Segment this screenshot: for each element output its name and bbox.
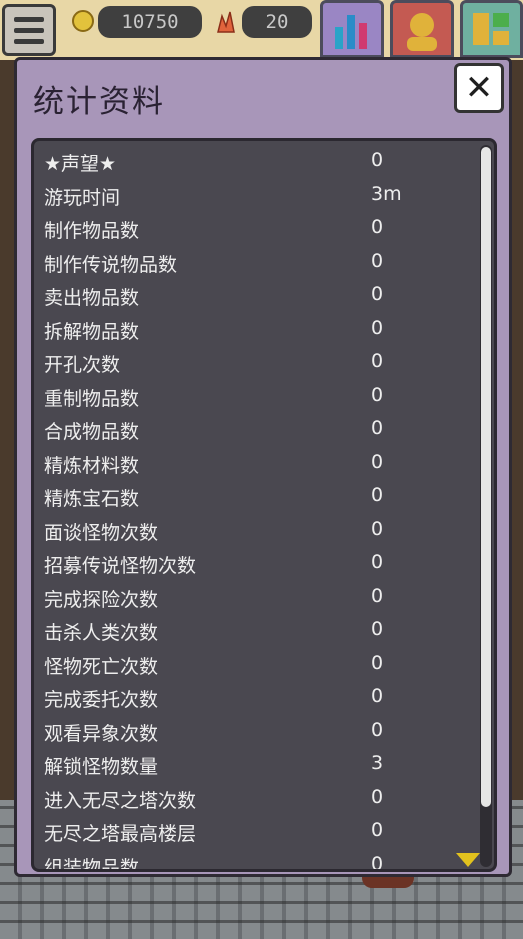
stat-value: 0 [371, 417, 384, 439]
stat-label: 开孔次数 [44, 354, 121, 376]
stat-label: 制作物品数 [44, 220, 140, 242]
coin-count: 10750 [121, 11, 179, 33]
coin-icon [72, 10, 94, 32]
stat-value: 0 [371, 316, 384, 339]
close-icon: ✕ [464, 68, 494, 108]
scrollbar-thumb[interactable] [481, 147, 491, 807]
tab-stats[interactable] [320, 0, 384, 58]
stat-value: 3 [371, 752, 384, 774]
stat-value: 0 [371, 216, 384, 238]
stat-label: 击杀人类次数 [44, 622, 159, 644]
grid-icon [473, 13, 509, 45]
close-button[interactable]: ✕ [454, 63, 504, 113]
stat-value: 0 [371, 350, 384, 372]
stat-label: 进入无尽之塔次数 [44, 789, 197, 812]
stat-value: 0 [371, 283, 384, 305]
tab-inventory[interactable] [460, 0, 523, 58]
stat-value: 0 [371, 685, 384, 707]
stat-label: 合成物品数 [44, 421, 140, 443]
stat-label: 重制物品数 [44, 387, 140, 410]
stat-row: 无尽之塔最高楼层 0 [34, 815, 474, 848]
stat-value: 0 [371, 551, 384, 573]
stat-row: 招募传说怪物次数 0 [34, 547, 474, 580]
stats-list[interactable]: ★声望★ 0 游玩时间 3m 制作物品数 0 制作传说物品数 0 卖出物品数 0 拆解物品数 0 开孔次… [31, 138, 497, 872]
stat-row: 面谈怪物次数 0 [34, 514, 474, 547]
stat-row: 怪物死亡次数 0 [34, 648, 474, 681]
stat-row: 解锁怪物数量 3 [34, 748, 474, 781]
panel-title: 统计资料 [33, 84, 165, 120]
stat-row: 制作物品数 0 [34, 212, 474, 245]
stat-value: 0 [371, 484, 384, 506]
stat-row: ★声望★ 0 [34, 145, 474, 178]
stat-label: 卖出物品数 [44, 287, 140, 309]
stat-value: 0 [371, 249, 384, 272]
crystal-icon [217, 11, 235, 33]
stat-row: 完成探险次数 0 [34, 581, 474, 614]
stat-label: 游玩时间 [44, 186, 121, 209]
stat-label: 面谈怪物次数 [44, 521, 159, 544]
stat-label: 怪物死亡次数 [44, 655, 159, 678]
stat-value: 0 [371, 149, 384, 171]
stat-label: 拆解物品数 [44, 320, 140, 343]
coin-counter: 10750 [98, 6, 202, 38]
bar-chart-icon [335, 15, 367, 49]
stat-row: 精炼材料数 0 [34, 447, 474, 480]
stat-label: ★声望★ [44, 153, 117, 175]
crystal-counter: 20 [242, 6, 312, 38]
stat-row: 拆解物品数 0 [34, 313, 474, 346]
stat-value: 0 [371, 852, 384, 872]
stat-value: 0 [371, 383, 384, 406]
scroll-down-arrow-icon[interactable] [456, 853, 480, 867]
stat-row: 观看异象次数 0 [34, 715, 474, 748]
stat-label: 招募传说怪物次数 [44, 555, 197, 577]
hamburger-icon [14, 16, 44, 22]
stat-label: 精炼材料数 [44, 454, 140, 477]
stat-value: 0 [371, 819, 384, 841]
stat-value: 0 [371, 718, 384, 741]
stat-label: 精炼宝石数 [44, 488, 140, 510]
stat-value: 0 [371, 618, 384, 640]
stat-label: 完成委托次数 [44, 689, 159, 711]
stat-row: 进入无尽之塔次数 0 [34, 782, 474, 815]
stat-row: 游玩时间 3m [34, 179, 474, 212]
tab-profile[interactable] [390, 0, 454, 58]
stat-value: 0 [371, 584, 384, 607]
stat-row: 精炼宝石数 0 [34, 480, 474, 513]
stat-label: 解锁怪物数量 [44, 756, 159, 778]
stat-value: 0 [371, 450, 384, 473]
stats-panel: 统计资料 ✕ ★声望★ 0 游玩时间 3m 制作物品数 0 制作传说物品数 0 卖出物品数 0 拆解… [14, 57, 512, 877]
stat-value: 3m [371, 182, 402, 205]
stat-row: 击杀人类次数 0 [34, 614, 474, 647]
character-icon [407, 13, 437, 51]
stat-label: 观看异象次数 [44, 722, 159, 745]
stat-row: 制作传说物品数 0 [34, 246, 474, 279]
crystal-count: 20 [265, 11, 289, 33]
menu-button[interactable] [2, 4, 56, 56]
stat-value: 0 [371, 651, 384, 674]
stat-label: 完成探险次数 [44, 588, 159, 611]
stat-row: 合成物品数 0 [34, 413, 474, 446]
stat-row: 重制物品数 0 [34, 380, 474, 413]
stat-value: 0 [371, 785, 384, 808]
stat-row: 完成委托次数 0 [34, 681, 474, 714]
stat-label: 组装物品数 [44, 856, 140, 872]
stat-row: 开孔次数 0 [34, 346, 474, 379]
stat-label: 制作传说物品数 [44, 253, 178, 276]
stat-row: 卖出物品数 0 [34, 279, 474, 312]
stat-value: 0 [371, 517, 384, 540]
stat-label: 无尽之塔最高楼层 [44, 823, 197, 845]
stat-row: 组装物品数 0 [34, 849, 474, 872]
